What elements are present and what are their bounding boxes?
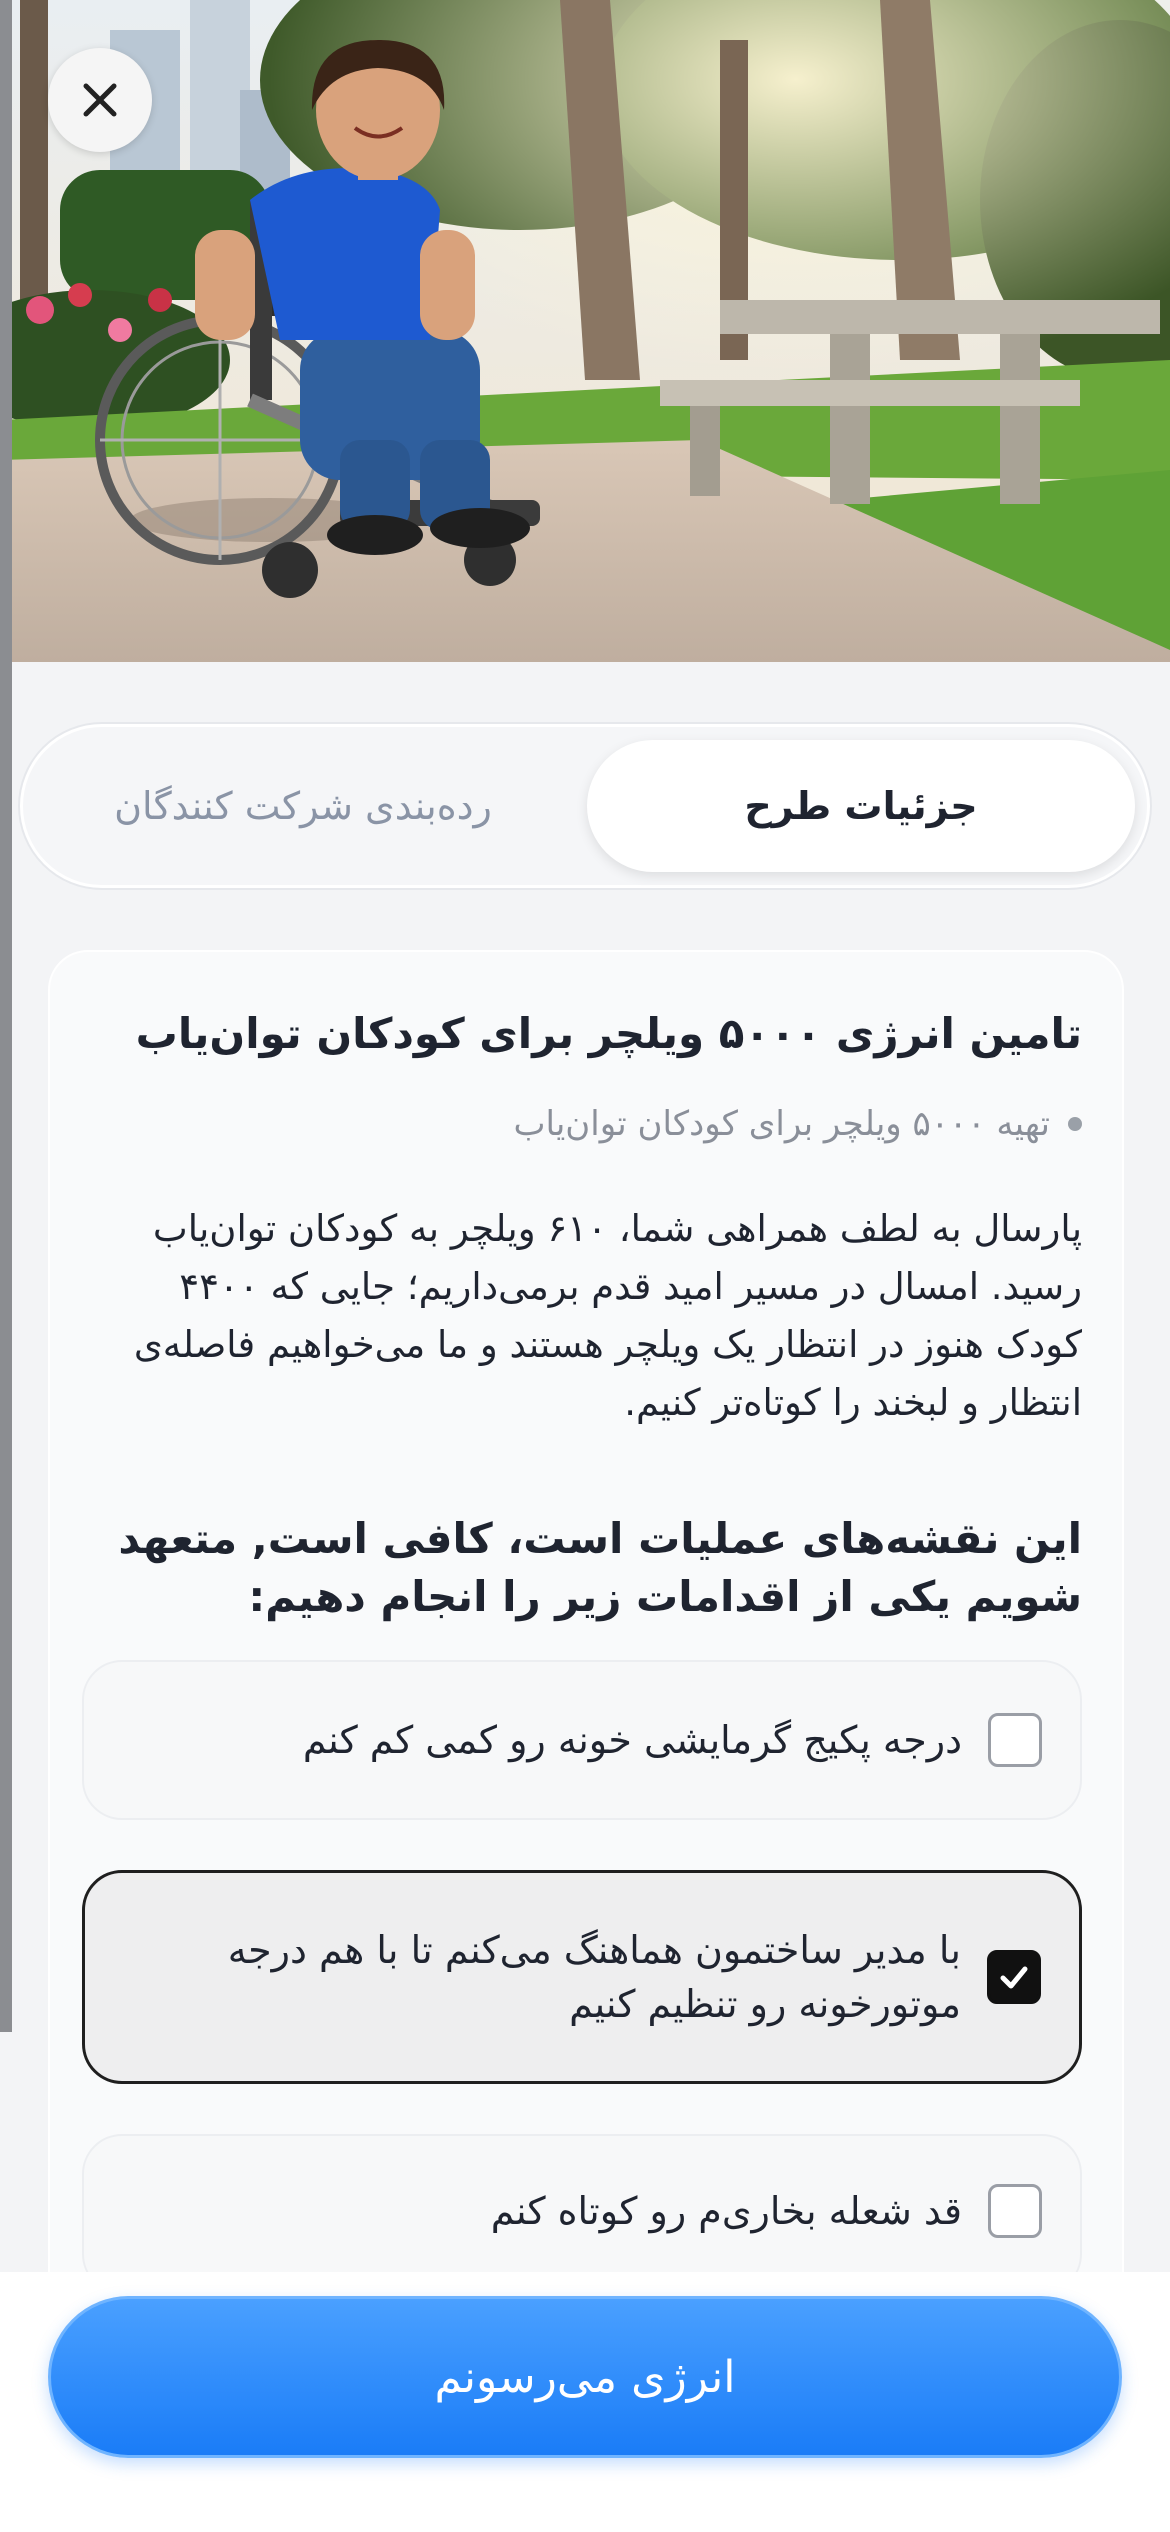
scroll-edge xyxy=(0,0,12,2032)
option-label: قد شعله بخاری‌م رو کوتاه کنم xyxy=(490,2189,962,2233)
cta-button[interactable]: انرژی می‌رسونم xyxy=(48,2296,1122,2458)
campaign-title: تامین انرژی ۵۰۰۰ ویلچر برای کودکان توان‌… xyxy=(135,1009,1082,1058)
checkbox[interactable] xyxy=(988,1713,1042,1767)
option-lower-flame[interactable]: قد شعله بخاری‌م رو کوتاه کنم xyxy=(82,2134,1082,2294)
action-prompt: این نقشه‌های عملیات است، کافی است, متعهد… xyxy=(118,1514,1082,1621)
tab-participants-ranking[interactable]: رده‌بندی شرکت کنندگان xyxy=(43,740,563,872)
option-lower-heater[interactable]: درجه پکیج گرمایشی خونه رو کمی کم کنم xyxy=(82,1660,1082,1820)
campaign-detail-screen: جزئیات طرح رده‌بندی شرکت کنندگان تامین ا… xyxy=(0,0,1170,2532)
option-label: درجه پکیج گرمایشی خونه رو کمی کم کنم xyxy=(302,1718,962,1762)
campaign-description: پارسال به لطف همراهی شما، ۶۱۰ ویلچر به ک… xyxy=(133,1207,1082,1424)
tab-plan-details[interactable]: جزئیات طرح xyxy=(587,740,1135,872)
checkmark-icon xyxy=(1000,1966,1028,1989)
bullet-dot-icon xyxy=(1068,1117,1082,1131)
campaign-bullet-text: تهیه ۵۰۰۰ ویلچر برای کودکان توان‌یاب xyxy=(513,1104,1050,1144)
close-icon xyxy=(83,83,117,117)
close-button[interactable] xyxy=(48,48,152,152)
checkbox[interactable] xyxy=(988,2184,1042,2238)
campaign-bullet: تهیه ۵۰۰۰ ویلچر برای کودکان توان‌یاب xyxy=(90,1104,1082,1144)
option-label: با مدیر ساختمون هماهنگ می‌کنم تا با هم د… xyxy=(227,1928,961,2026)
option-coordinate-building-manager[interactable]: با مدیر ساختمون هماهنگ می‌کنم تا با هم د… xyxy=(82,1870,1082,2084)
tab-bar: جزئیات طرح رده‌بندی شرکت کنندگان xyxy=(20,724,1150,888)
checkbox-checked[interactable] xyxy=(987,1950,1041,2004)
hero-image xyxy=(0,0,1170,662)
